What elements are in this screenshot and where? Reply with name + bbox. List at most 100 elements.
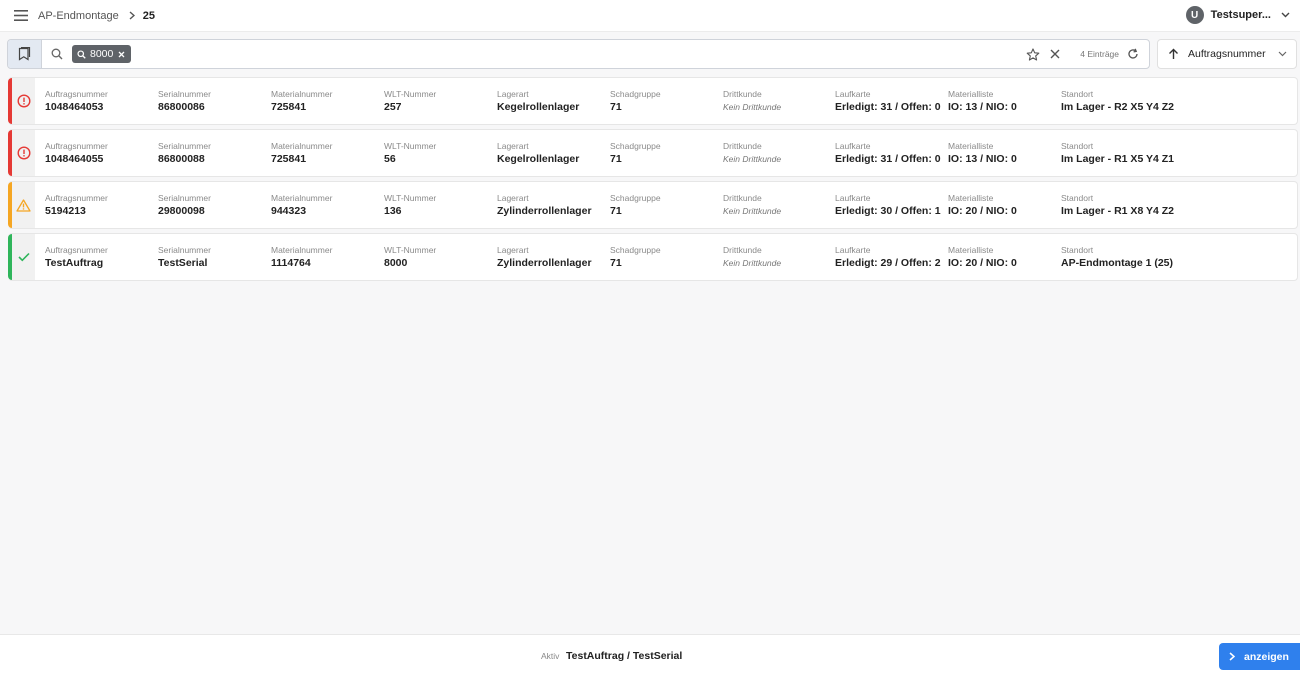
field-serialnummer: Serialnummer TestSerial: [158, 245, 211, 269]
filter-chip[interactable]: 8000: [72, 45, 132, 63]
field-label: WLT-Nummer: [384, 89, 437, 99]
chevron-down-icon: [1278, 51, 1287, 57]
field-label: Materialliste: [948, 89, 994, 99]
field-wlt-nummer: WLT-Nummer 56: [384, 141, 436, 165]
user-menu[interactable]: U Testsuper...: [1185, 4, 1290, 26]
arrow-up-icon: [1168, 48, 1179, 60]
refresh-icon[interactable]: [1127, 48, 1139, 60]
breadcrumb-current: 25: [142, 9, 155, 22]
error-circle-icon: [16, 94, 31, 108]
field-drittkunde: Drittkunde Kein Drittkunde: [723, 141, 781, 164]
field-label: Serialnummer: [158, 141, 211, 151]
close-icon[interactable]: [118, 51, 125, 58]
field-value: IO: 20 / NIO: 0: [948, 205, 1017, 217]
field-standort: Standort Im Lager - R1 X8 Y4 Z2: [1061, 193, 1174, 217]
field-value: 1114764: [271, 257, 311, 269]
active-value: TestAuftrag / TestSerial: [566, 650, 683, 662]
field-materialnummer: Materialnummer 1114764: [271, 245, 332, 269]
field-serialnummer: Serialnummer 29800098: [158, 193, 211, 217]
field-materialnummer: Materialnummer 725841: [271, 89, 332, 113]
field-label: Serialnummer: [158, 245, 211, 255]
sort-label: Auftragsnummer: [1188, 48, 1266, 60]
field-label: WLT-Nummer: [384, 193, 437, 203]
field-materialliste: Materialliste IO: 13 / NIO: 0: [948, 89, 1017, 113]
field-value: Im Lager - R1 X5 Y4 Z1: [1061, 153, 1175, 165]
field-label: Schadgruppe: [610, 245, 661, 255]
field-schadgruppe: Schadgruppe 71: [610, 245, 661, 269]
field-standort: Standort AP-Endmontage 1 (25): [1061, 245, 1173, 269]
field-value: 71: [610, 205, 622, 217]
field-label: WLT-Nummer: [384, 141, 437, 151]
field-label: Materialnummer: [271, 193, 333, 203]
table-row[interactable]: Auftragsnummer 1048464053 Serialnummer 868…: [8, 77, 1298, 125]
field-value: Zylinderrollenlager: [497, 257, 592, 269]
field-label: Materialliste: [948, 193, 994, 203]
error-circle-icon: [16, 146, 31, 160]
field-label: Standort: [1061, 245, 1094, 255]
field-value: IO: 20 / NIO: 0: [948, 257, 1017, 269]
entries-count: 4 Einträge: [1080, 49, 1119, 59]
field-materialliste: Materialliste IO: 20 / NIO: 0: [948, 245, 1017, 269]
field-value: 944323: [271, 205, 307, 217]
field-value: Im Lager - R2 X5 Y4 Z2: [1061, 101, 1175, 113]
field-value: 5194213: [45, 205, 86, 217]
bookmarks-button[interactable]: [8, 40, 42, 68]
field-value: Erledigt: 31 / Offen: 0: [835, 153, 941, 165]
avatar: U: [1185, 6, 1204, 24]
field-drittkunde: Drittkunde Kein Drittkunde: [723, 193, 781, 216]
clear-icon[interactable]: [1050, 49, 1060, 59]
field-label: Materialnummer: [271, 141, 333, 151]
field-label: Materialliste: [948, 141, 994, 151]
field-label: Standort: [1061, 141, 1094, 151]
field-label: Auftragsnummer: [45, 141, 108, 151]
field-serialnummer: Serialnummer 86800088: [158, 141, 211, 165]
field-value: TestSerial: [158, 257, 208, 269]
top-bar: AP-Endmontage 25 U Testsuper...: [0, 0, 1300, 32]
field-value: 86800086: [158, 101, 205, 113]
table-row[interactable]: Auftragsnummer 5194213 Serialnummer 298000…: [8, 181, 1298, 229]
field-lagerart: Lagerart Kegelrollenlager: [497, 141, 579, 165]
field-value: Erledigt: 30 / Offen: 1: [835, 205, 941, 217]
breadcrumb-link[interactable]: AP-Endmontage: [38, 10, 119, 22]
field-value: Erledigt: 31 / Offen: 0: [835, 101, 941, 113]
field-wlt-nummer: WLT-Nummer 257: [384, 89, 436, 113]
field-label: Materialnummer: [271, 245, 333, 255]
field-label: Laufkarte: [835, 141, 871, 151]
field-label: Laufkarte: [835, 245, 871, 255]
field-lagerart: Lagerart Kegelrollenlager: [497, 89, 579, 113]
field-value: 86800088: [158, 153, 205, 165]
search-input[interactable]: [137, 41, 1019, 67]
field-schadgruppe: Schadgruppe 71: [610, 193, 661, 217]
field-value: 1048464055: [45, 153, 104, 165]
field-value: IO: 13 / NIO: 0: [948, 101, 1017, 113]
field-value: Im Lager - R1 X8 Y4 Z2: [1061, 205, 1175, 217]
table-row[interactable]: Auftragsnummer TestAuftrag Serialnummer Te…: [8, 233, 1298, 281]
field-value: 56: [384, 153, 396, 165]
table-row[interactable]: Auftragsnummer 1048464055 Serialnummer 868…: [8, 129, 1298, 177]
footer-bar: Aktiv TestAuftrag / TestSerial anzeigen: [0, 634, 1300, 673]
field-value: 71: [610, 257, 622, 269]
field-laufkarte: Laufkarte Erledigt: 31 / Offen: 0: [835, 89, 941, 113]
field-value: Kein Drittkunde: [723, 102, 782, 112]
sort-select[interactable]: Auftragsnummer: [1157, 39, 1297, 69]
menu-button[interactable]: [10, 5, 32, 27]
field-label: Lagerart: [497, 141, 529, 151]
star-icon[interactable]: [1026, 47, 1040, 61]
field-label: Lagerart: [497, 89, 529, 99]
field-label: Drittkunde: [723, 89, 762, 99]
field-auftragsnummer: Auftragsnummer TestAuftrag: [45, 245, 108, 269]
field-label: Laufkarte: [835, 193, 871, 203]
field-auftragsnummer: Auftragsnummer 5194213: [45, 193, 108, 217]
field-value: IO: 13 / NIO: 0: [948, 153, 1017, 165]
field-value: AP-Endmontage 1 (25): [1061, 257, 1174, 269]
field-value: TestAuftrag: [45, 257, 104, 269]
show-button[interactable]: anzeigen: [1219, 643, 1300, 670]
field-materialliste: Materialliste IO: 20 / NIO: 0: [948, 193, 1017, 217]
field-value: 71: [610, 101, 622, 113]
field-label: Materialliste: [948, 245, 994, 255]
field-value: Zylinderrollenlager: [497, 205, 592, 217]
field-serialnummer: Serialnummer 86800086: [158, 89, 211, 113]
field-lagerart: Lagerart Zylinderrollenlager: [497, 245, 592, 269]
field-value: Erledigt: 29 / Offen: 2: [835, 257, 941, 269]
field-label: Materialnummer: [271, 89, 333, 99]
